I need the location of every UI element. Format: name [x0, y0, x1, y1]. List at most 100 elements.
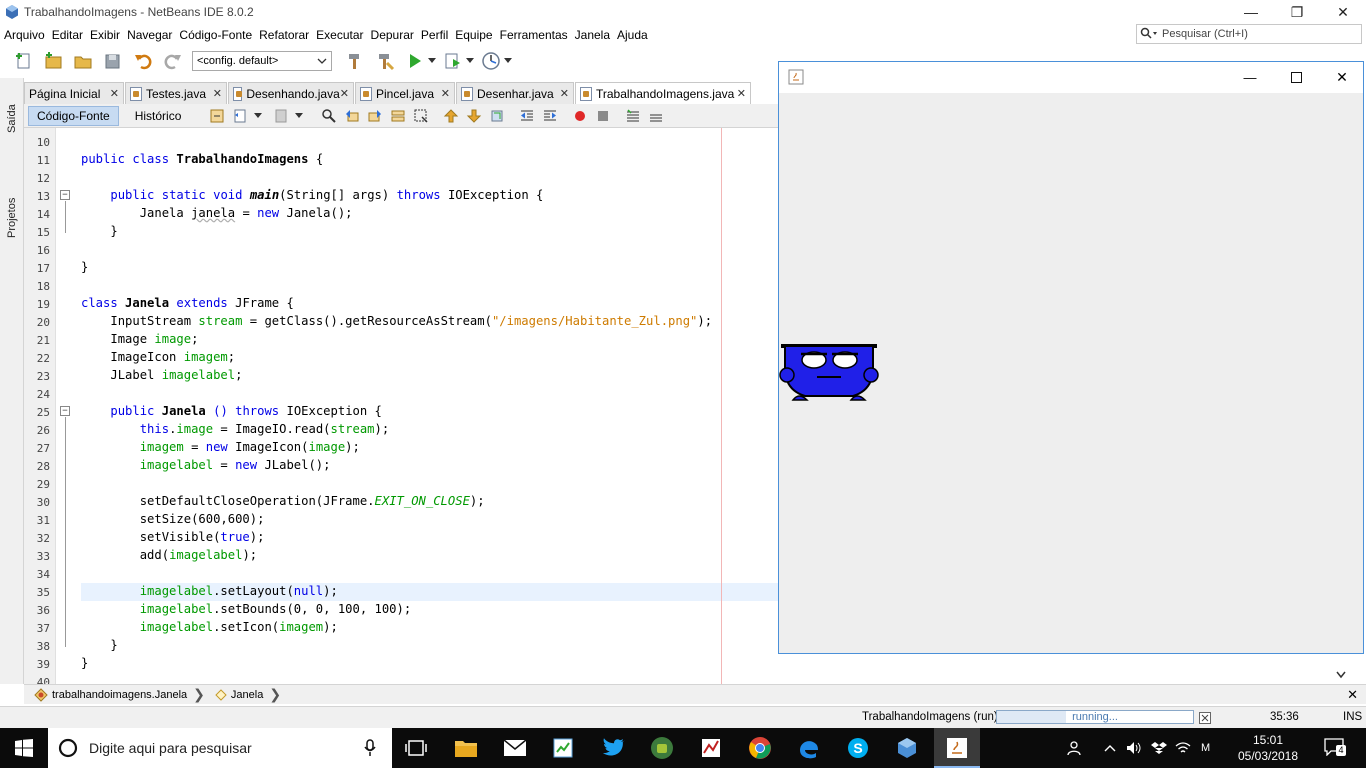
dropbox-icon[interactable]: [1151, 741, 1167, 755]
keyboard-layout-icon[interactable]: M: [1201, 742, 1210, 754]
menu-ajuda[interactable]: Ajuda: [617, 28, 648, 42]
tab-codigo-fonte[interactable]: Código-Fonte: [28, 105, 119, 126]
find-next-button[interactable]: [367, 108, 383, 124]
menu-editar[interactable]: Editar: [52, 28, 83, 42]
tab-trabalhandoimagens[interactable]: TrabalhandoImagens.java ✕: [575, 82, 751, 104]
chevron-down-icon[interactable]: [1336, 671, 1346, 679]
volume-icon[interactable]: [1126, 740, 1142, 756]
menu-executar[interactable]: Executar: [316, 28, 363, 42]
tab-desenhar[interactable]: Desenhar.java ✕: [456, 82, 574, 104]
forward-button[interactable]: [273, 108, 289, 124]
maximize-button[interactable]: [1284, 66, 1308, 88]
clean-build-button[interactable]: [374, 50, 396, 72]
close-icon[interactable]: ✕: [441, 87, 450, 100]
save-all-button[interactable]: [102, 50, 124, 72]
fold-toggle[interactable]: −: [60, 190, 70, 200]
toggle-rect-select-button[interactable]: [413, 108, 429, 124]
cancel-task-icon[interactable]: [1199, 712, 1211, 724]
fold-toggle[interactable]: −: [60, 406, 70, 416]
task-view-button[interactable]: [404, 736, 428, 760]
taskbar-skype[interactable]: S: [846, 736, 870, 760]
running-app-window[interactable]: — ✕: [778, 61, 1364, 654]
taskbar-virtualbox[interactable]: [895, 736, 919, 760]
toggle-bookmark-button[interactable]: [489, 108, 505, 124]
minimize-button[interactable]: —: [1228, 0, 1274, 24]
menu-arquivo[interactable]: Arquivo: [4, 28, 45, 42]
microphone-icon[interactable]: [363, 739, 377, 757]
shift-left-button[interactable]: [519, 108, 535, 124]
tab-pagina-inicial[interactable]: Página Inicial ✕: [24, 82, 124, 104]
restore-button[interactable]: ❐: [1274, 0, 1320, 24]
taskbar-app-chart[interactable]: [699, 736, 723, 760]
close-icon[interactable]: ✕: [213, 87, 222, 100]
chevron-down-icon[interactable]: [250, 108, 266, 124]
taskbar-twitter[interactable]: [601, 736, 625, 760]
side-tab-projetos[interactable]: Projetos: [2, 178, 22, 258]
uncomment-button[interactable]: [648, 108, 664, 124]
config-select[interactable]: <config. default>: [192, 51, 332, 71]
find-previous-button[interactable]: [344, 108, 360, 124]
taskbar-search[interactable]: Digite aqui para pesquisar: [48, 728, 392, 768]
run-button[interactable]: [404, 50, 426, 72]
comment-button[interactable]: [625, 108, 641, 124]
tab-pincel[interactable]: Pincel.java ✕: [355, 82, 455, 104]
undo-button[interactable]: [132, 50, 154, 72]
back-button[interactable]: [232, 108, 248, 124]
new-file-button[interactable]: [12, 50, 34, 72]
app-window-titlebar[interactable]: — ✕: [779, 62, 1363, 93]
close-icon[interactable]: ✕: [560, 87, 569, 100]
chevron-down-icon[interactable]: [428, 58, 436, 64]
menu-equipe[interactable]: Equipe: [455, 28, 492, 42]
taskbar-android[interactable]: [650, 736, 674, 760]
notifications-button[interactable]: 4: [1324, 738, 1346, 758]
close-icon[interactable]: ✕: [1347, 687, 1358, 703]
breadcrumb-item-method[interactable]: Janela ❯: [215, 686, 281, 703]
minimize-button[interactable]: —: [1238, 66, 1262, 88]
breadcrumb-item-class[interactable]: trabalhandoimagens.Janela ❯: [34, 686, 205, 703]
stop-macro-button[interactable]: [595, 108, 611, 124]
close-icon[interactable]: ✕: [110, 87, 119, 100]
start-macro-button[interactable]: [572, 108, 588, 124]
open-project-button[interactable]: [72, 50, 94, 72]
code-editor[interactable]: 10 11 12 13 14 15 16 17 18 19 20 21 22 2…: [24, 128, 780, 684]
tab-historico[interactable]: Histórico: [127, 106, 190, 126]
menu-janela[interactable]: Janela: [575, 28, 610, 42]
taskbar-java-app[interactable]: [934, 728, 980, 768]
wifi-icon[interactable]: [1175, 741, 1191, 755]
chevron-down-icon[interactable]: [504, 58, 512, 64]
side-tab-saida[interactable]: Saída: [2, 84, 22, 154]
build-button[interactable]: [344, 50, 366, 72]
tab-testes[interactable]: Testes.java ✕: [125, 82, 227, 104]
new-project-button[interactable]: [42, 50, 64, 72]
close-button[interactable]: ✕: [1320, 0, 1366, 24]
menu-exibir[interactable]: Exibir: [90, 28, 120, 42]
menu-ferramentas[interactable]: Ferramentas: [500, 28, 568, 42]
taskbar-notepad[interactable]: [551, 736, 575, 760]
close-button[interactable]: ✕: [1330, 66, 1354, 88]
chevron-down-icon[interactable]: [466, 58, 474, 64]
debug-button[interactable]: [442, 50, 464, 72]
profile-button[interactable]: [480, 50, 502, 72]
taskbar-edge[interactable]: [797, 736, 821, 760]
close-icon[interactable]: ✕: [340, 87, 349, 100]
chevron-down-icon[interactable]: [291, 108, 307, 124]
clock[interactable]: 15:01 05/03/2018: [1222, 732, 1314, 764]
find-button[interactable]: [321, 108, 337, 124]
menu-refatorar[interactable]: Refatorar: [259, 28, 309, 42]
previous-bookmark-button[interactable]: [443, 108, 459, 124]
shift-right-button[interactable]: [542, 108, 558, 124]
last-edit-button[interactable]: [209, 108, 225, 124]
close-icon[interactable]: ✕: [737, 87, 746, 100]
menu-codigo-fonte[interactable]: Código-Fonte: [179, 28, 252, 42]
redo-button[interactable]: [162, 50, 184, 72]
taskbar-file-explorer[interactable]: [454, 736, 478, 760]
chevron-up-icon[interactable]: [1104, 744, 1116, 752]
toggle-highlight-button[interactable]: [390, 108, 406, 124]
menu-perfil[interactable]: Perfil: [421, 28, 448, 42]
menu-navegar[interactable]: Navegar: [127, 28, 172, 42]
tab-desenhando[interactable]: Desenhando.java ✕: [228, 82, 354, 104]
people-icon[interactable]: [1067, 740, 1083, 756]
menu-depurar[interactable]: Depurar: [371, 28, 414, 42]
taskbar-chrome[interactable]: [748, 736, 772, 760]
next-bookmark-button[interactable]: [466, 108, 482, 124]
